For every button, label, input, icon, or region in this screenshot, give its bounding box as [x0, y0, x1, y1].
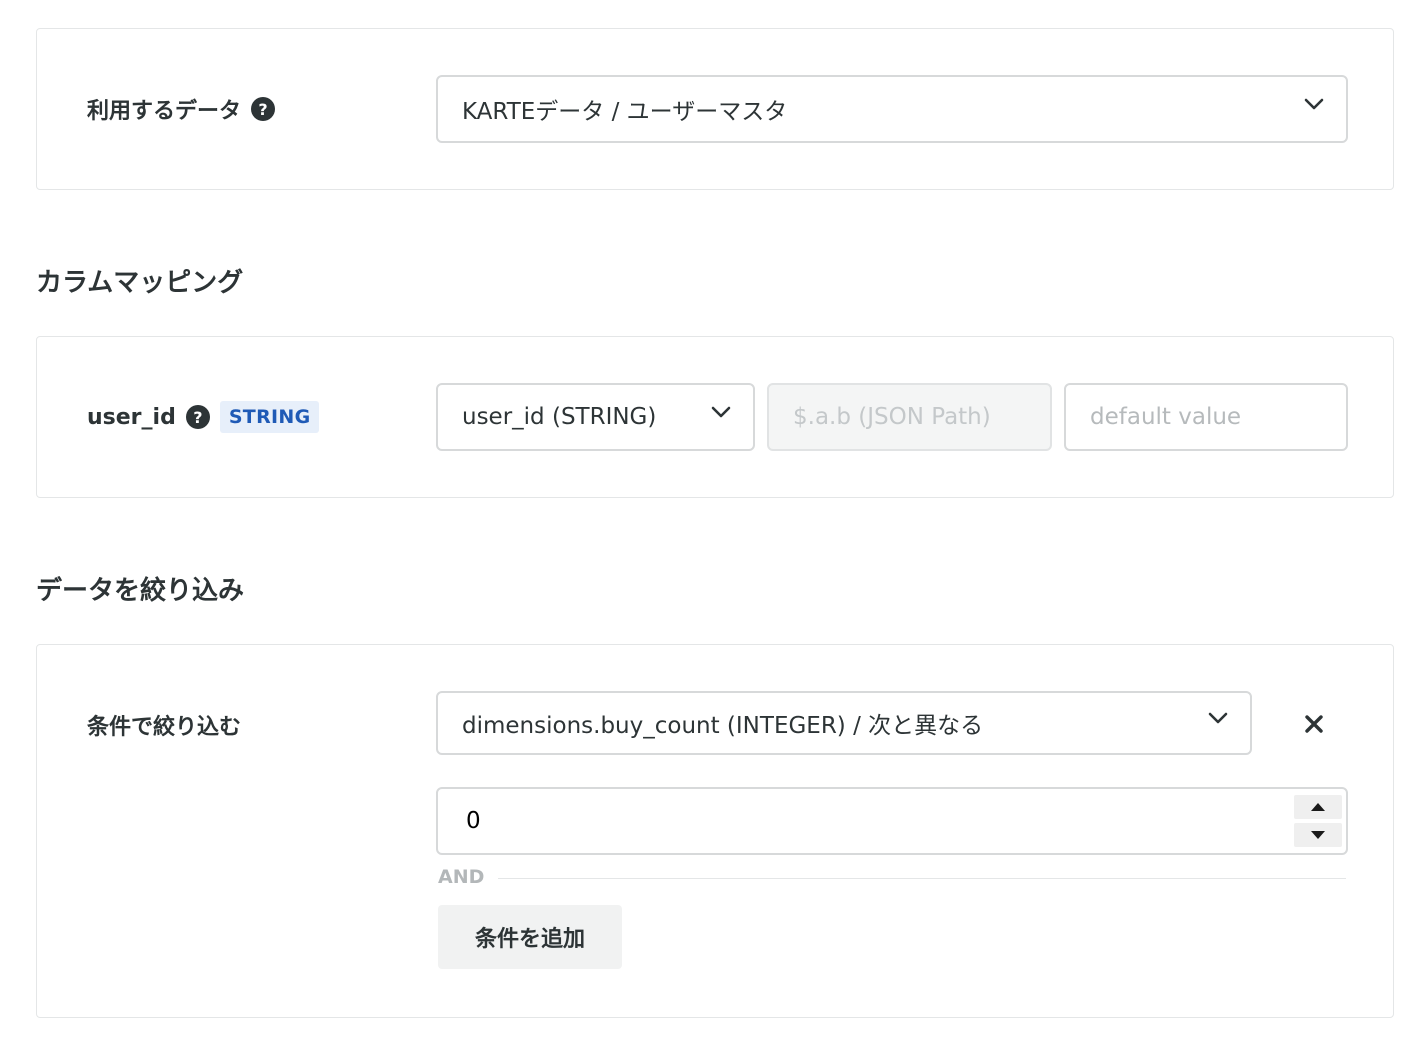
data-source-select[interactable]: KARTEデータ / ユーザーマスタ: [436, 75, 1348, 143]
remove-condition-button[interactable]: [1299, 709, 1329, 739]
type-badge: STRING: [219, 401, 320, 433]
chevron-down-icon: [1208, 712, 1228, 728]
add-condition-button[interactable]: 条件を追加: [438, 905, 622, 969]
number-spinner: [1294, 795, 1342, 847]
data-source-label-group: 利用するデータ ?: [87, 93, 276, 125]
data-source-selected-value: KARTEデータ / ユーザーマスタ: [462, 99, 788, 125]
user-id-label-group: user_id ? STRING: [87, 401, 320, 433]
default-value-placeholder: default value: [1090, 404, 1242, 430]
close-icon: [1305, 715, 1323, 733]
increment-button[interactable]: [1294, 795, 1342, 819]
data-source-label: 利用するデータ: [87, 99, 242, 124]
filter-label: 条件で絞り込む: [87, 715, 242, 740]
column-select[interactable]: user_id (STRING): [436, 383, 755, 451]
condition-select-value: dimensions.buy_count (INTEGER) / 次と異なる: [462, 713, 984, 739]
column-select-value: user_id (STRING): [462, 404, 657, 430]
and-label: AND: [438, 866, 485, 888]
caret-down-icon: [1311, 831, 1325, 839]
caret-up-icon: [1311, 803, 1325, 811]
filter-label-group: 条件で絞り込む: [87, 709, 241, 741]
condition-select[interactable]: dimensions.buy_count (INTEGER) / 次と異なる: [436, 691, 1252, 755]
condition-value-input[interactable]: 0: [436, 787, 1348, 855]
decrement-button[interactable]: [1294, 823, 1342, 847]
chevron-down-icon: [711, 406, 731, 422]
column-mapping-title: カラムマッピング: [36, 268, 244, 298]
user-id-label: user_id: [87, 404, 176, 430]
default-value-input[interactable]: default value: [1064, 383, 1348, 451]
question-circle-icon[interactable]: ?: [185, 405, 210, 429]
condition-value: 0: [466, 808, 481, 834]
filter-title: データを絞り込み: [36, 576, 245, 606]
and-divider: [498, 878, 1346, 879]
json-path-input: $.a.b (JSON Path): [767, 383, 1052, 451]
chevron-down-icon: [1304, 98, 1324, 114]
json-path-placeholder: $.a.b (JSON Path): [793, 404, 991, 430]
question-circle-icon[interactable]: ?: [251, 97, 276, 121]
